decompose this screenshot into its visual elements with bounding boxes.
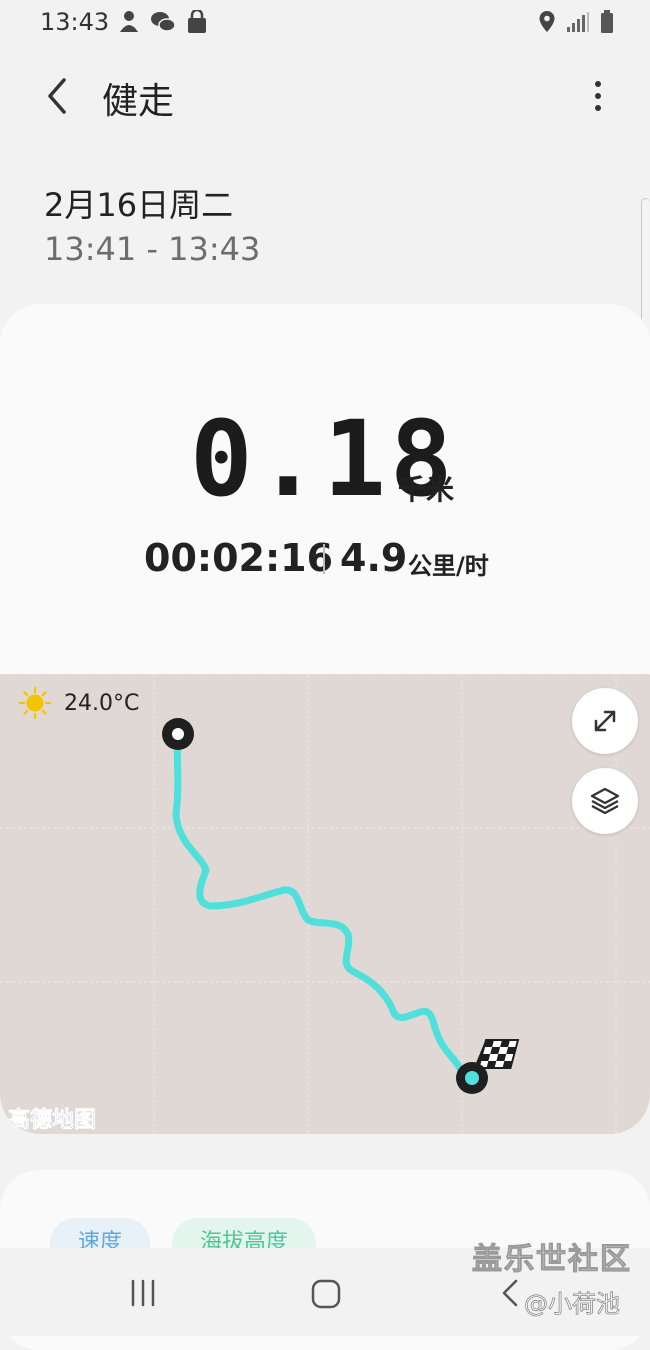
stats-divider <box>323 544 325 574</box>
status-system-icons <box>538 10 614 34</box>
status-notification-icons <box>118 10 208 34</box>
nav-back-icon[interactable] <box>500 1278 520 1308</box>
start-marker-icon <box>162 718 194 750</box>
wechat-icon <box>151 12 176 32</box>
app-header: 健走 <box>0 60 650 132</box>
session-date: 2月16日周二 <box>44 186 234 224</box>
end-marker-icon <box>456 1062 488 1094</box>
recent-apps-icon[interactable] <box>128 1278 158 1308</box>
session-time-range: 13:41 - 13:43 <box>44 230 261 268</box>
home-icon[interactable] <box>310 1278 342 1310</box>
signal-icon <box>567 12 589 32</box>
person-icon <box>120 11 138 32</box>
sun-icon <box>18 686 52 720</box>
watermark-site: 盖乐世社区 <box>472 1242 632 1278</box>
summary-card: 0.18 千米 00:02:16 4.9 公里/时 24.0°C 高德地图 <box>0 304 650 1134</box>
map-attribution: 高德地图 <box>8 1108 97 1134</box>
status-time: 13:43 <box>40 8 110 36</box>
distance-unit: 千米 <box>398 473 455 506</box>
weather-info: 24.0°C <box>18 686 139 720</box>
map-grid <box>0 674 650 1134</box>
temperature: 24.0°C <box>64 690 140 716</box>
map-layers-button[interactable] <box>572 768 638 834</box>
stats-row: 00:02:16 4.9 公里/时 <box>0 534 650 584</box>
expand-icon <box>594 710 616 732</box>
speed-unit: 公里/时 <box>408 552 489 580</box>
route-map[interactable]: 24.0°C 高德地图 <box>0 674 650 1134</box>
route-map-canvas <box>0 674 650 1134</box>
watermark-user: @小荷池 <box>524 1290 621 1319</box>
status-bar: 13:43 <box>0 0 650 46</box>
shopping-bag-icon <box>188 10 206 33</box>
distance-row: 0.18 千米 <box>0 404 650 514</box>
back-button[interactable] <box>38 74 78 118</box>
battery-icon <box>601 10 613 33</box>
more-options-button[interactable] <box>586 78 610 114</box>
speed-value: 4.9 <box>340 536 408 580</box>
page-title: 健走 <box>102 81 175 122</box>
duration-value: 00:02:16 <box>144 536 334 580</box>
more-vertical-icon <box>595 81 601 111</box>
chevron-left-icon <box>48 78 66 114</box>
expand-map-button[interactable] <box>572 688 638 754</box>
location-icon <box>539 11 555 32</box>
route-path <box>172 730 468 1080</box>
layers-icon <box>590 787 620 815</box>
